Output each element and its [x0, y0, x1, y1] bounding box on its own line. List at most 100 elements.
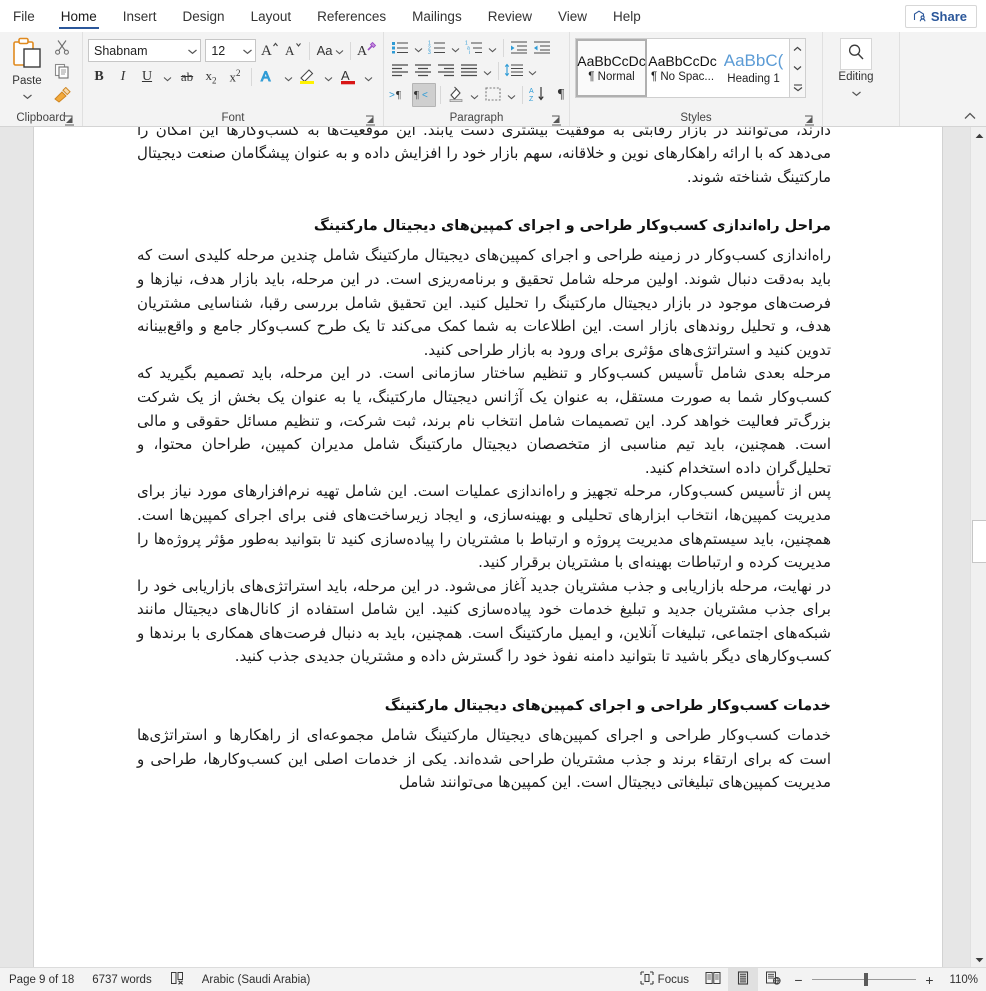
scroll-down-icon[interactable] [793, 60, 802, 77]
proofing-status[interactable] [161, 968, 193, 991]
shrink-font-button[interactable]: A [282, 40, 304, 62]
grow-font-button[interactable]: A [258, 40, 280, 62]
editing-button[interactable]: Editing [828, 34, 884, 102]
zoom-level[interactable]: 110% [944, 974, 986, 986]
align-center-button[interactable] [412, 60, 434, 82]
paragraph[interactable]: خدمات کسب‌وکار طراحی و اجرای کمپین‌های د… [137, 724, 831, 795]
scroll-up-icon[interactable] [793, 40, 802, 57]
shading-button[interactable] [445, 84, 467, 106]
right-to-left-text-button[interactable]: ¶ < [412, 83, 436, 107]
chevron-down-icon[interactable] [851, 84, 862, 102]
web-layout-button[interactable] [758, 968, 788, 991]
underline-dropdown[interactable] [160, 66, 174, 88]
document-canvas[interactable]: شدن و ارائه خدمات منحصر به فرد وجود دارد… [0, 127, 986, 968]
tab-insert[interactable]: Insert [110, 0, 170, 32]
font-color-button[interactable]: A [337, 66, 359, 88]
paragraph[interactable]: در نهایت، مرحله بازاریابی و جذب مشتریان … [137, 575, 831, 669]
paragraph[interactable]: مرحله بعدی شامل تأسیس کسب‌وکار و تنظیم س… [137, 362, 831, 480]
document-page[interactable]: شدن و ارائه خدمات منحصر به فرد وجود دارد… [34, 127, 942, 968]
print-layout-button[interactable] [728, 968, 758, 991]
shading-dropdown[interactable] [468, 84, 481, 106]
chevron-down-icon[interactable] [187, 44, 198, 58]
clear-formatting-button[interactable]: A [356, 40, 378, 62]
bullets-button[interactable] [389, 37, 411, 59]
underline-button[interactable]: U [136, 66, 158, 88]
zoom-in-button[interactable]: + [923, 972, 936, 988]
dialog-launcher-icon[interactable] [804, 115, 815, 126]
page-indicator[interactable]: Page 9 of 18 [0, 968, 83, 991]
increase-indent-button[interactable] [531, 37, 553, 59]
paste-button[interactable]: Paste [5, 36, 49, 105]
italic-button[interactable]: I [112, 66, 134, 88]
vertical-scrollbar[interactable] [970, 127, 986, 968]
line-spacing-dropdown[interactable] [526, 60, 539, 82]
tab-view[interactable]: View [545, 0, 600, 32]
bold-button[interactable]: B [88, 66, 110, 88]
dialog-launcher-icon[interactable] [551, 115, 562, 126]
font-name-combo[interactable]: Shabnam [88, 39, 202, 62]
styles-more-icon[interactable] [793, 79, 803, 96]
tab-mailings[interactable]: Mailings [399, 0, 475, 32]
borders-button[interactable] [482, 84, 504, 106]
dialog-launcher-icon[interactable] [64, 115, 75, 126]
bullets-dropdown[interactable] [412, 37, 425, 59]
cut-button[interactable] [51, 39, 73, 60]
tab-help[interactable]: Help [600, 0, 654, 32]
justify-button[interactable] [458, 60, 480, 82]
chevron-down-icon[interactable] [242, 44, 253, 58]
decrease-indent-button[interactable] [508, 37, 530, 59]
zoom-slider-thumb[interactable] [864, 973, 868, 986]
multilevel-list-button[interactable]: 1ai [463, 37, 485, 59]
highlight-dropdown[interactable] [321, 66, 335, 88]
superscript-button[interactable]: x2 [224, 66, 246, 88]
word-count[interactable]: 6737 words [83, 968, 160, 991]
sort-button[interactable]: AZ [527, 84, 549, 106]
tab-layout[interactable]: Layout [238, 0, 305, 32]
scroll-up-arrow-icon[interactable] [971, 127, 986, 144]
read-mode-button[interactable] [698, 968, 728, 991]
paragraph[interactable]: راه‌اندازی کسب‌وکار در زمینه طراحی و اجر… [137, 244, 831, 362]
paragraph[interactable]: شدن و ارائه خدمات منحصر به فرد وجود دارد… [137, 127, 831, 189]
share-button[interactable]: Share [904, 4, 977, 28]
line-spacing-button[interactable] [503, 60, 525, 82]
style-item-heading-1[interactable]: AaBbC( Heading 1 [718, 39, 789, 97]
numbering-button[interactable]: 123 [426, 37, 448, 59]
left-to-right-text-button[interactable]: > ¶ [389, 84, 411, 106]
scroll-down-arrow-icon[interactable] [971, 951, 986, 968]
style-item-no-spacing[interactable]: AaBbCcDc ¶ No Spac... [647, 39, 718, 97]
heading-steps[interactable]: مراحل راه‌اندازی کسب‌وکار طراحی و اجرای … [137, 215, 831, 238]
paragraph[interactable]: پس از تأسیس کسب‌وکار، مرحله تجهیز و راه‌… [137, 480, 831, 574]
format-painter-button[interactable] [51, 86, 73, 108]
language-indicator[interactable]: Arabic (Saudi Arabia) [193, 968, 320, 991]
font-color-dropdown[interactable] [361, 66, 375, 88]
scroll-thumb[interactable] [972, 520, 986, 563]
page-text-content[interactable]: شدن و ارائه خدمات منحصر به فرد وجود دارد… [137, 127, 831, 795]
align-left-button[interactable] [389, 60, 411, 82]
zoom-slider[interactable] [812, 973, 916, 987]
focus-mode-button[interactable]: Focus [631, 968, 698, 991]
show-formatting-marks-button[interactable]: ¶ [550, 84, 572, 106]
collapse-ribbon-icon[interactable] [963, 109, 977, 123]
numbering-dropdown[interactable] [449, 37, 462, 59]
tab-home[interactable]: Home [48, 0, 110, 32]
font-size-combo[interactable]: 12 [205, 39, 257, 62]
copy-button[interactable] [51, 63, 73, 84]
text-effects-button[interactable]: A [257, 66, 279, 88]
zoom-out-button[interactable]: − [792, 972, 805, 988]
text-effects-dropdown[interactable] [281, 66, 295, 88]
tab-references[interactable]: References [304, 0, 399, 32]
subscript-button[interactable]: x2 [200, 66, 222, 88]
heading-services[interactable]: خدمات کسب‌وکار طراحی و اجرای کمپین‌های د… [137, 695, 831, 718]
style-item-normal[interactable]: AaBbCcDc ¶ Normal [576, 39, 647, 97]
align-right-button[interactable] [435, 60, 457, 82]
multilevel-dropdown[interactable] [486, 37, 499, 59]
change-case-button[interactable]: Aa [315, 40, 345, 62]
chevron-down-icon[interactable] [335, 43, 344, 58]
borders-dropdown[interactable] [505, 84, 518, 106]
justify-dropdown[interactable] [481, 60, 494, 82]
strikethrough-button[interactable]: ab [176, 66, 198, 88]
text-highlight-button[interactable] [297, 66, 319, 88]
tab-review[interactable]: Review [475, 0, 545, 32]
chevron-down-icon[interactable] [22, 87, 33, 105]
tab-design[interactable]: Design [170, 0, 238, 32]
